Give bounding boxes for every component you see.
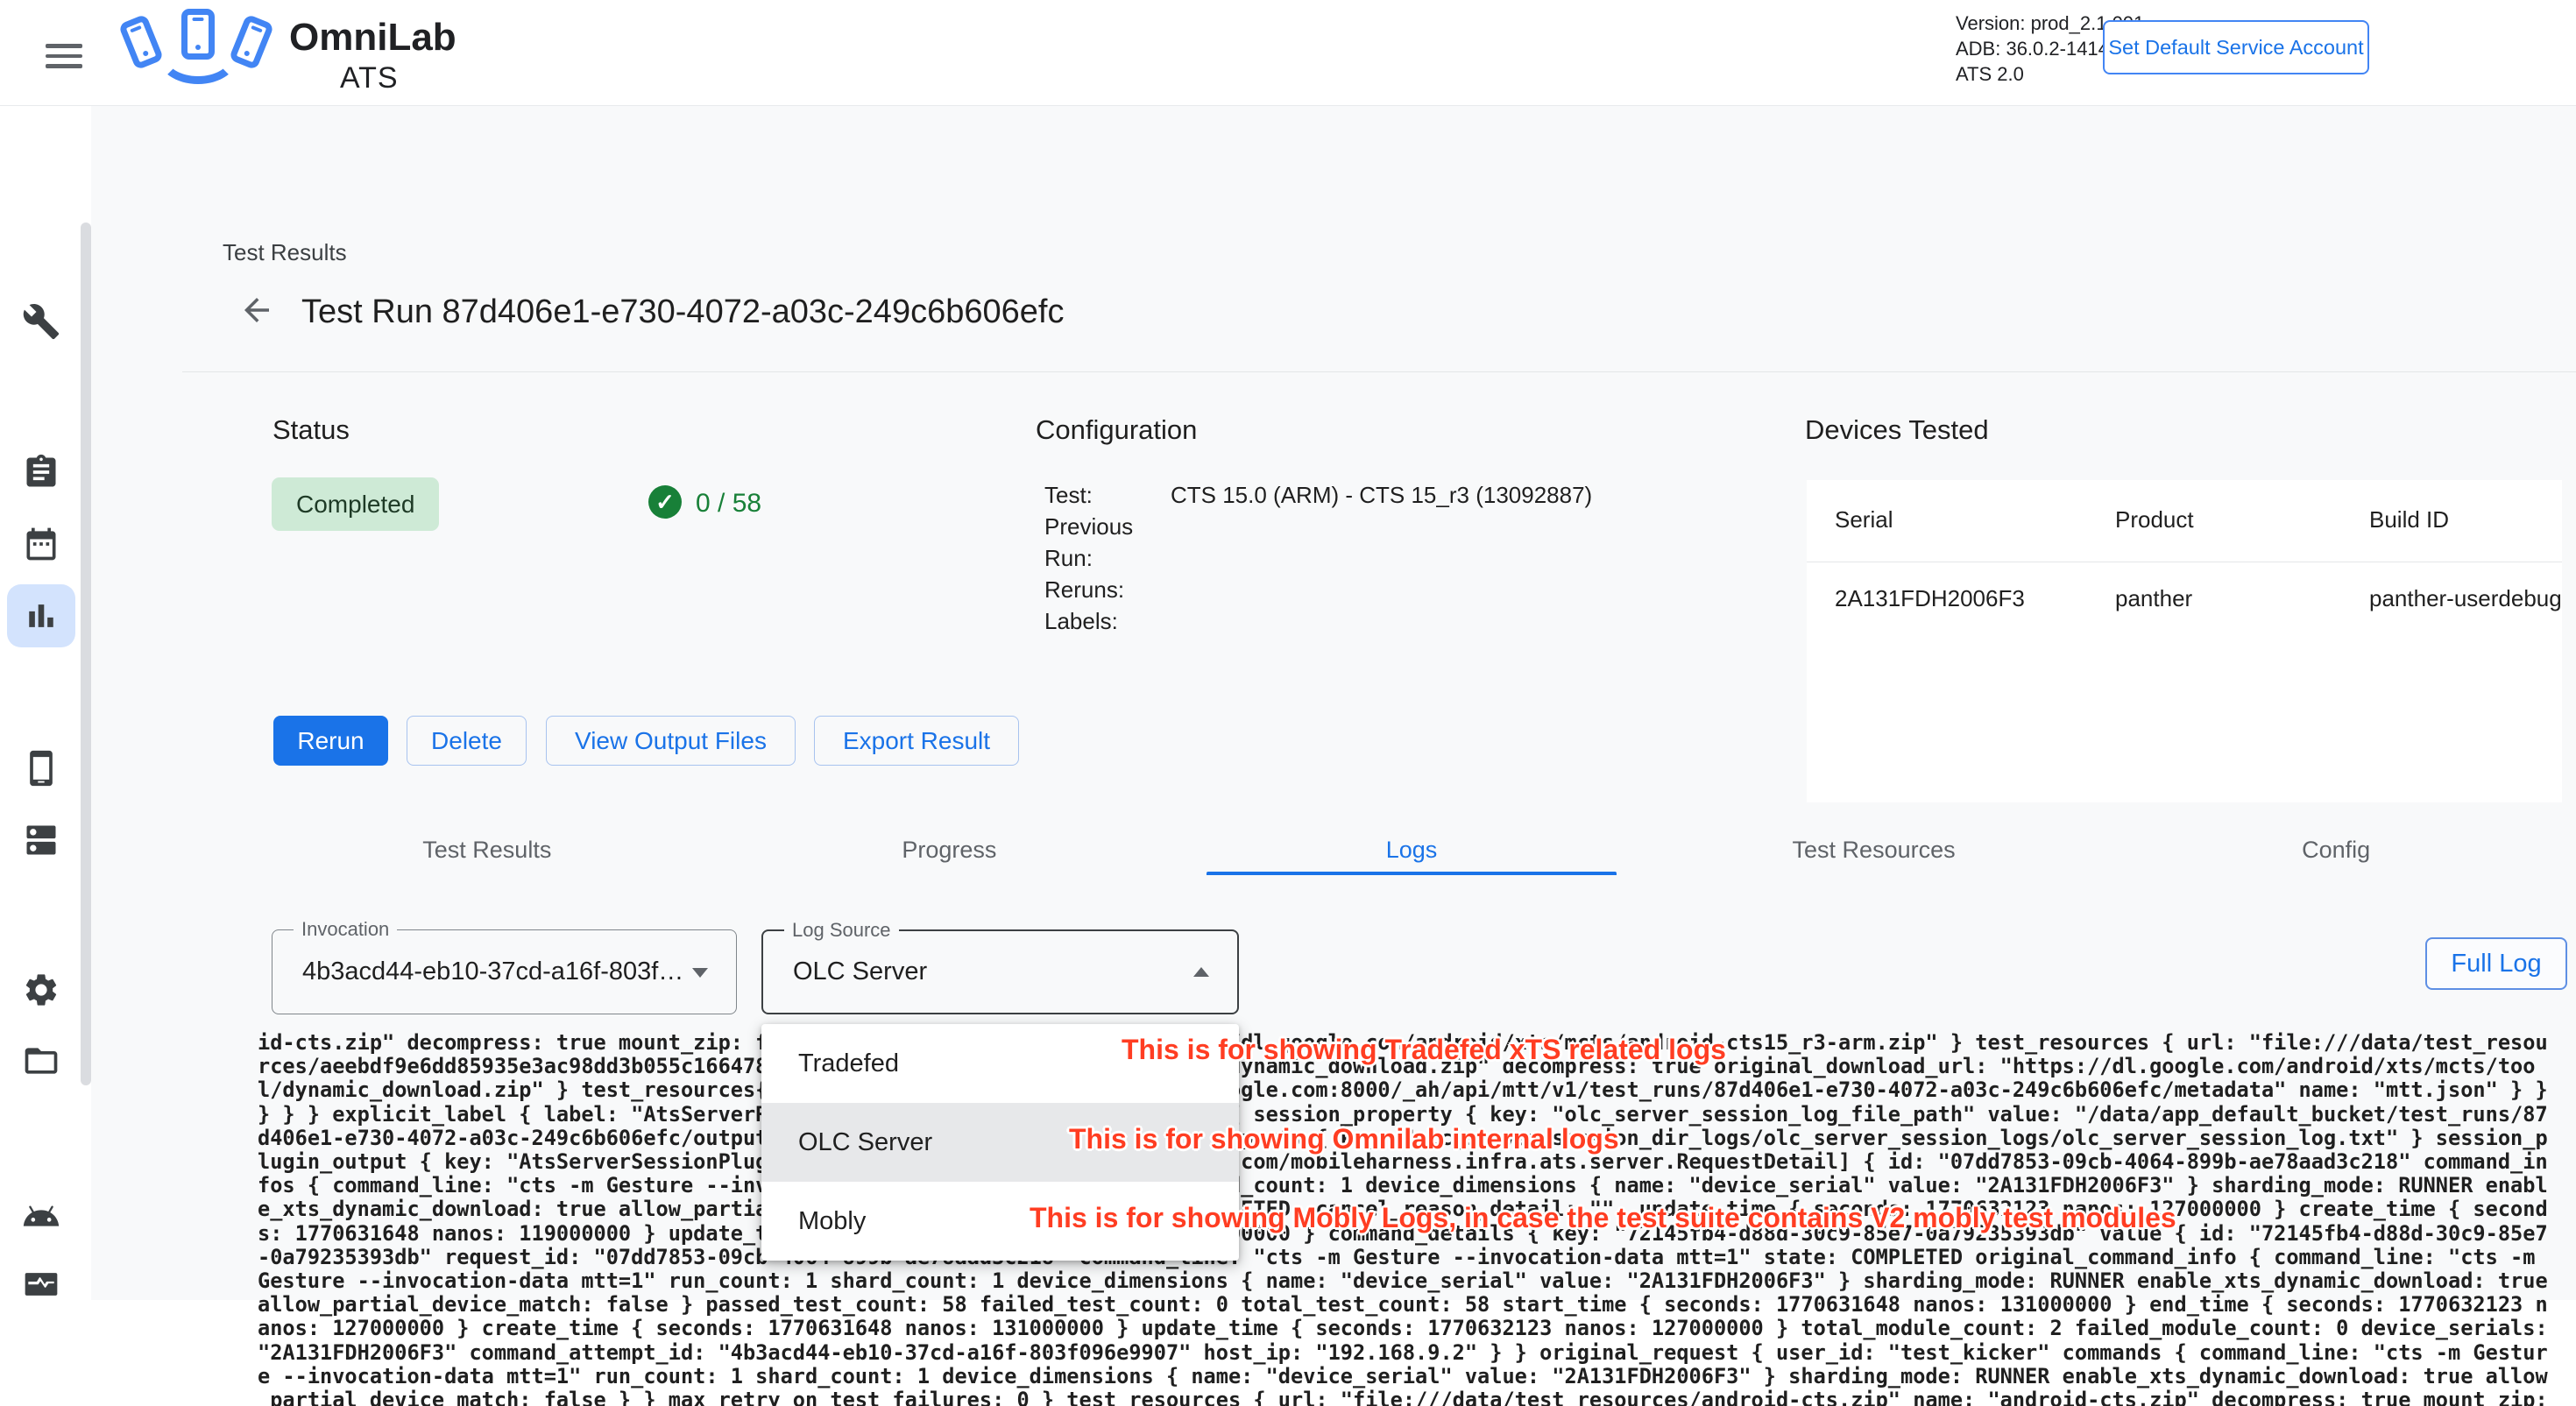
device-build-id-cell: panther-userdebug 15 r [2369,585,2562,612]
sidebar-item-android[interactable] [7,1182,75,1245]
menu-hamburger-icon[interactable] [46,44,82,68]
page-title: Test Run 87d406e1-e730-4072-a03c-249c6b6… [301,293,1064,331]
folder-icon [22,1042,60,1080]
config-label: Previous Run: [1044,511,1171,574]
chevron-down-icon [692,968,708,978]
breadcrumb: Test Results [223,239,347,266]
android-robot-icon [22,1194,60,1233]
omnilab-logo [114,4,280,102]
main-content: Test Results Test Run 87d406e1-e730-4072… [91,106,2576,1300]
sidebar-item-settings[interactable] [7,958,75,1021]
rerun-button[interactable]: Rerun [273,716,388,766]
log-line: e --invocation-data mtt=1" run_count: 1 … [258,1365,2557,1388]
configuration-row: Reruns: [1044,574,1592,605]
log-line: anos: 127000000 } create_time { seconds:… [258,1317,2557,1340]
app-name: OmniLab [289,16,456,60]
devices-tested-heading: Devices Tested [1805,414,1989,446]
logo-smile-arc [158,28,238,84]
tab[interactable]: Logs [1180,824,1643,875]
column-header: Product [2115,506,2369,533]
tab-bar: Test ResultsProgressLogsTest ResourcesCo… [256,824,2567,875]
invocation-value: 4b3acd44-eb10-37cd-a16f-803f… [302,930,683,1014]
tab[interactable]: Test Resources [1643,824,2105,875]
annotation-tradefed: This is for showing Tradefed xTS related… [1122,1034,1726,1066]
sidebar-scrollbar[interactable] [81,223,91,1085]
configuration-rows: Test: CTS 15.0 (ARM) - CTS 15_r3 (130928… [1044,479,1592,637]
failed-test-count: 0 / 58 [696,489,761,519]
column-header: Build ID [2369,506,2562,533]
configuration-heading: Configuration [1036,414,1197,446]
sidebar-item-test-results[interactable] [7,584,75,647]
log-line: allow_partial_device_match: false } pass… [258,1293,2557,1317]
log-source-select[interactable]: Log Source OLC Server [761,929,1239,1014]
view-output-files-button[interactable]: View Output Files [546,716,796,766]
settings-gear-icon [22,971,60,1009]
log-source-value: OLC Server [793,931,927,1013]
export-result-button[interactable]: Export Result [814,716,1019,766]
config-label: Reruns: [1044,574,1171,605]
config-label: Labels: [1044,605,1171,637]
status-badge: Completed [272,477,439,531]
tab[interactable]: Config [2105,824,2567,875]
table-row[interactable]: 2A131FDH2006F3 panther panther-userdebug… [1807,585,2562,612]
log-line: l/dynamic_download.zip" } test_resources… [258,1078,2557,1102]
log-line: "2A131FDH2006F3" command_attempt_id: "4b… [258,1341,2557,1365]
arrow-back-icon [238,292,275,329]
sidebar-item-schedule[interactable] [7,512,75,576]
configuration-row: Labels: [1044,605,1592,637]
config-value: CTS 15.0 (ARM) - CTS 15_r3 (13092887) [1171,479,1592,511]
tab[interactable]: Progress [718,824,1181,875]
invocation-select[interactable]: Invocation 4b3acd44-eb10-37cd-a16f-803f… [272,929,737,1014]
status-heading: Status [272,414,350,446]
devices-table: SerialProductBuild ID 2A131FDH2006F3 pan… [1807,480,2562,802]
sidebar-item-monitoring[interactable] [7,1253,75,1316]
delete-button[interactable]: Delete [407,716,527,766]
config-label: Test: [1044,479,1171,511]
smartphone-icon [22,749,60,788]
tab[interactable]: Test Results [256,824,718,875]
check-circle-icon: ✓ [648,485,682,519]
calendar-icon [22,525,60,563]
back-arrow-button[interactable] [238,292,277,330]
sidebar-item-file-browser[interactable] [7,1029,75,1092]
log-line: fos { command_line: "cts -m Gesture --in… [258,1174,2557,1198]
configuration-row: Test: CTS 15.0 (ARM) - CTS 15_r3 (130928… [1044,479,1592,511]
assignment-clipboard-icon [22,453,60,491]
sidebar-item-devices[interactable] [7,737,75,800]
device-product-cell: panther [2115,585,2369,612]
device-serial-cell: 2A131FDH2006F3 [1835,585,2115,612]
sidebar-item-hosts[interactable] [7,809,75,872]
column-header: Serial [1835,506,2115,533]
divider [182,371,2576,372]
dns-servers-icon [22,821,60,859]
sidebar-nav [0,106,91,1300]
sidebar-item-wrench[interactable] [7,290,75,353]
sidebar-item-test-plans[interactable] [7,441,75,504]
log-line: Gesture --invocation-data mtt=1" run_cou… [258,1269,2557,1293]
chevron-up-icon [1193,967,1209,977]
bar-chart-icon [22,597,60,635]
monitor-heart-icon [22,1265,60,1304]
app-subtitle: ATS [340,61,399,95]
build-wrench-icon [22,302,60,341]
set-default-service-account-button[interactable]: Set Default Service Account [2103,20,2369,74]
log-line: -0a79235393db" request_id: "07dd7853-09c… [258,1246,2557,1269]
top-app-bar: OmniLab ATS Version: prod_2.1.001ADB: 36… [0,0,2576,106]
annotation-olc-server: This is for showing Omnilab internal log… [1069,1123,1619,1155]
devices-table-header: SerialProductBuild ID [1807,506,2562,533]
log-line: _partial_device_match: false } } max_ret… [258,1388,2557,1406]
configuration-row: Previous Run: [1044,511,1592,574]
full-log-button[interactable]: Full Log [2425,937,2567,990]
logo-phone-left-icon [118,14,165,71]
annotation-mobly: This is for showing Mobly Logs, in case … [1030,1202,2176,1234]
